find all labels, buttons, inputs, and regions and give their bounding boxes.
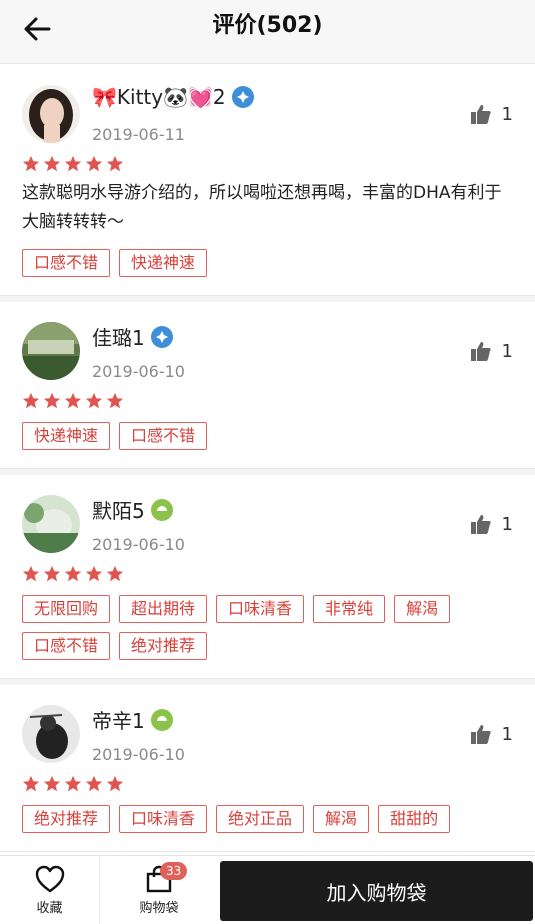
star-rating (22, 392, 513, 410)
star-icon (43, 565, 61, 582)
star-icon (43, 155, 61, 172)
star-icon (106, 155, 124, 172)
star-rating (22, 155, 513, 173)
review-tag: 甜甜的 (378, 805, 451, 833)
review-tag: 口感不错 (22, 632, 111, 660)
like-button[interactable]: 1 (470, 513, 513, 535)
page-title: 评价(502) (212, 13, 323, 38)
thumbs-up-icon (470, 105, 491, 124)
review-item: 佳璐1 2019-06-10 1 快递神速 口感不错 (0, 296, 535, 469)
avatar[interactable] (22, 705, 80, 763)
star-icon (64, 565, 82, 582)
star-icon (106, 565, 124, 582)
avatar[interactable] (22, 85, 80, 143)
star-rating (22, 565, 513, 583)
review-tag: 绝对推荐 (119, 632, 208, 660)
avatar[interactable] (22, 322, 80, 380)
favorite-label: 收藏 (36, 901, 63, 916)
review-text: 这款聪明水导游介绍的，所以喝啦还想再喝，丰富的DHA有利于大脑转转转～ (22, 183, 502, 232)
tag-list: 绝对推荐 口味清香 绝对正品 解渴 甜甜的 (22, 805, 513, 833)
star-icon (64, 155, 82, 172)
like-count: 1 (501, 723, 513, 745)
review-tag: 超出期待 (119, 595, 208, 623)
tag-list: 口感不错 快递神速 (22, 249, 513, 277)
star-icon (22, 155, 40, 172)
like-button[interactable]: 1 (470, 103, 513, 125)
thumbs-up-icon (470, 515, 491, 534)
star-icon (22, 775, 40, 792)
review-date: 2019-06-11 (92, 125, 185, 144)
star-icon (85, 565, 103, 582)
member-badge-icon (150, 498, 173, 521)
review-tag: 快递神速 (22, 422, 111, 450)
star-icon (64, 775, 82, 792)
like-button[interactable]: 1 (470, 340, 513, 362)
review-tag: 解渴 (313, 805, 370, 833)
review-item: 🎀Kitty🐼💓2 2019-06-11 1 这款聪明水导游介绍的，所以喝啦还想… (0, 65, 535, 296)
user-name[interactable]: 佳璐1 (92, 322, 145, 351)
nav-bar: 评价(502) (0, 0, 535, 64)
shopping-bag-button[interactable]: 33 购物袋 (100, 856, 218, 924)
review-tag: 快递神速 (119, 249, 208, 277)
thumbs-up-icon (470, 342, 491, 361)
like-count: 1 (501, 103, 513, 125)
star-icon (64, 392, 82, 409)
member-badge-icon (150, 708, 173, 731)
user-name[interactable]: 帝辛1 (92, 705, 145, 734)
like-count: 1 (501, 340, 513, 362)
review-tag: 无限回购 (22, 595, 111, 623)
review-tag: 口感不错 (119, 422, 208, 450)
star-icon (43, 392, 61, 409)
bottom-action-bar: 收藏 33 购物袋 加入购物袋 (0, 855, 535, 924)
review-item: 帝辛1 2019-06-10 1 绝对推荐 口味清香 绝对正品 解渴 甜甜的 (0, 679, 535, 852)
review-item: 默陌5 2019-06-10 1 无限回购 超出期待 口味清香 非常纯 解渴 口… (0, 469, 535, 679)
star-rating (22, 775, 513, 793)
review-date: 2019-06-10 (92, 745, 185, 764)
star-icon (106, 392, 124, 409)
review-tag: 解渴 (394, 595, 451, 623)
review-tag: 非常纯 (313, 595, 386, 623)
bag-count-badge: 33 (160, 862, 188, 880)
like-count: 1 (501, 513, 513, 535)
favorite-button[interactable]: 收藏 (0, 856, 100, 924)
review-tag: 口味清香 (216, 595, 305, 623)
review-tag: 口味清香 (119, 805, 208, 833)
review-tag: 绝对推荐 (22, 805, 111, 833)
star-icon (22, 392, 40, 409)
star-icon (85, 155, 103, 172)
review-tag: 绝对正品 (216, 805, 305, 833)
tag-list: 快递神速 口感不错 (22, 422, 513, 450)
tag-list: 无限回购 超出期待 口味清香 非常纯 解渴 口感不错 绝对推荐 (22, 595, 513, 660)
add-to-bag-button[interactable]: 加入购物袋 (220, 861, 533, 921)
thumbs-up-icon (470, 725, 491, 744)
heart-icon (35, 865, 64, 893)
member-badge-icon (231, 86, 254, 108)
member-badge-icon (150, 325, 173, 348)
star-icon (85, 775, 103, 792)
like-button[interactable]: 1 (470, 723, 513, 745)
avatar[interactable] (22, 495, 80, 553)
review-tag: 口感不错 (22, 249, 111, 277)
review-date: 2019-06-10 (92, 535, 185, 554)
shopping-bag-label: 购物袋 (139, 901, 179, 916)
review-list[interactable]: 🎀Kitty🐼💓2 2019-06-11 1 这款聪明水导游介绍的，所以喝啦还想… (0, 65, 535, 855)
star-icon (22, 565, 40, 582)
star-icon (85, 392, 103, 409)
user-name[interactable]: 默陌5 (92, 495, 145, 524)
star-icon (106, 775, 124, 792)
review-date: 2019-06-10 (92, 362, 185, 381)
star-icon (43, 775, 61, 792)
user-name[interactable]: 🎀Kitty🐼💓2 (92, 85, 226, 109)
